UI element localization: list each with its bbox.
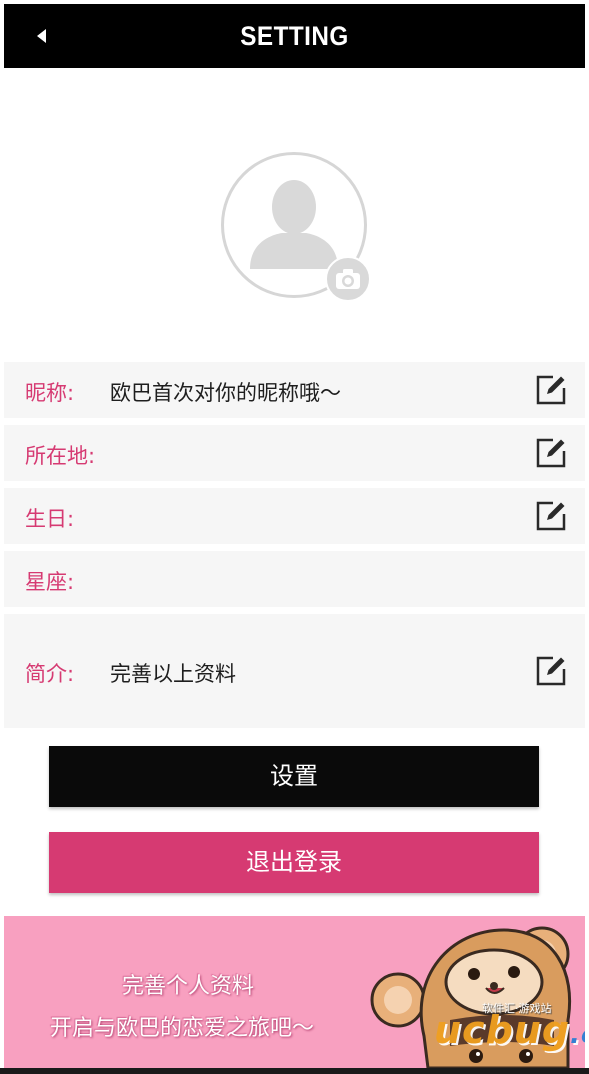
birthday-label: 生日: — [25, 507, 75, 531]
banner-line2: 开启与欧巴的恋爱之旅吧～ — [50, 1016, 315, 1041]
bio-label: 简介: — [25, 662, 75, 686]
watermark-main: ucbug — [434, 1008, 571, 1052]
bio-row: 简介: 完善以上资料 — [4, 614, 585, 728]
camera-icon[interactable] — [325, 256, 371, 302]
promo-banner[interactable]: 完善个人资料 开启与欧巴的恋爱之旅吧～ 软件汇·游戏站 ucbug.cc — [4, 916, 585, 1068]
location-row: 所在地: — [4, 425, 585, 481]
logout-button[interactable]: 退出登录 — [49, 832, 539, 893]
header-bar: SETTING — [4, 4, 585, 68]
nickname-row: 昵称: 欧巴首次对你的昵称哦～ — [4, 362, 585, 418]
bottom-edge — [0, 1068, 589, 1074]
settings-button[interactable]: 设置 — [49, 746, 539, 807]
birthday-row: 生日: — [4, 488, 585, 544]
nickname-value: 欧巴首次对你的昵称哦～ — [110, 381, 341, 405]
edit-icon[interactable] — [535, 500, 567, 532]
edit-icon[interactable] — [535, 374, 567, 406]
watermark-suffix: .cc — [570, 1020, 585, 1050]
nickname-label: 昵称: — [25, 381, 75, 405]
zodiac-row: 星座: — [4, 551, 585, 607]
page-title: SETTING — [240, 21, 349, 51]
settings-screen: SETTING 昵称: 欧巴首次对你的昵称哦～ 所在地: 生日: 星座: 简介:… — [4, 4, 585, 1068]
bio-value[interactable]: 完善以上资料 — [110, 658, 236, 688]
location-label: 所在地: — [25, 444, 96, 468]
edit-icon[interactable] — [535, 655, 567, 687]
avatar-area — [221, 152, 371, 302]
watermark-logo: ucbug.cc — [434, 1008, 585, 1052]
edit-icon[interactable] — [535, 437, 567, 469]
zodiac-label: 星座: — [25, 570, 75, 594]
banner-line1: 完善个人资料 — [122, 974, 255, 999]
